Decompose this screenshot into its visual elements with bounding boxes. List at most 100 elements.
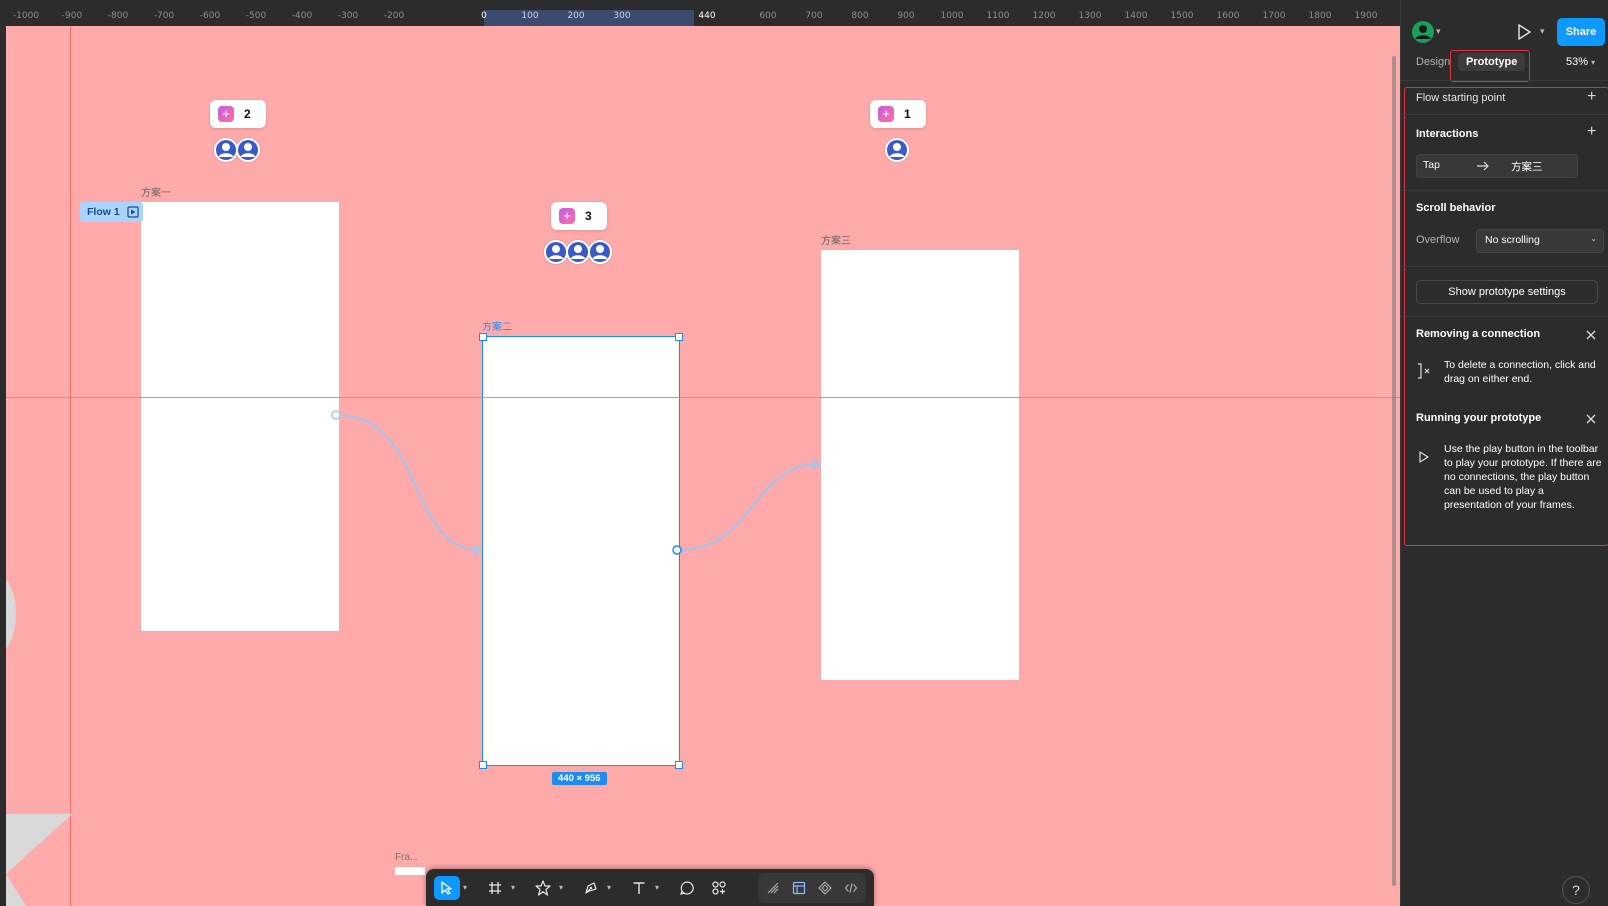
running-prototype-title: Running your prototype [1416, 412, 1542, 424]
user-avatar [885, 138, 909, 162]
connection-1-to-2[interactable] [335, 414, 481, 551]
comment-icon [680, 881, 694, 895]
play-outline-icon [1419, 451, 1429, 463]
ruler-tick-label: 1200 [1032, 11, 1056, 21]
tab-highlight-box [1450, 50, 1530, 82]
actions-tool-button[interactable] [706, 876, 732, 900]
divider [1400, 190, 1608, 191]
design-mode-button[interactable] [786, 876, 812, 900]
plus-icon: + [559, 208, 575, 224]
ruler-tick-label: 0 [481, 11, 487, 21]
ruler-tick-label: -1000 [12, 11, 40, 21]
interactions-title: Interactions [1416, 128, 1479, 140]
component-icon [818, 881, 832, 895]
interaction-row[interactable]: Tap 方案三 [1416, 154, 1578, 178]
overflow-select[interactable]: No scrolling ⌄ [1476, 229, 1604, 253]
ruler-tick-label: 1500 [1170, 11, 1194, 21]
chevron-down-icon[interactable]: ▾ [1540, 26, 1545, 37]
frame-tool-button[interactable] [482, 876, 508, 900]
avatar-stack-3[interactable] [885, 138, 911, 164]
comment-tool-button[interactable] [674, 876, 700, 900]
bottom-toolbar: ▾ ▾ ▾ ▾ ▾ [426, 869, 874, 906]
close-icon[interactable] [1585, 413, 1597, 425]
comment-pill-3[interactable]: + 1 [870, 100, 926, 128]
cursor-icon [441, 881, 452, 895]
chevron-down-icon[interactable]: ▾ [559, 883, 567, 892]
zoom-value: 53% [1566, 56, 1589, 68]
overflow-label: Overflow [1416, 234, 1460, 246]
chevron-down-icon: ▾ [1591, 58, 1596, 67]
canvas[interactable]: 方案一 Flow 1 方案二 440 × 956 方案三 + 2 + 3 + 1… [6, 26, 1400, 906]
divider [1400, 316, 1608, 317]
help-button[interactable]: ? [1562, 876, 1590, 904]
chevron-down-icon: ⌄ [1590, 234, 1597, 243]
widgets-icon [712, 881, 726, 895]
ruler-tick-label: 300 [613, 11, 631, 21]
interaction-trigger: Tap [1423, 159, 1440, 171]
add-interaction-plus-icon[interactable]: + [1587, 123, 1596, 141]
ruler-tick-label: 600 [759, 11, 777, 21]
chevron-down-icon[interactable]: ▾ [463, 883, 471, 892]
avatar-stack-1[interactable] [214, 138, 264, 164]
ruler-tick-label: 1700 [1262, 11, 1286, 21]
draw-icon [767, 882, 779, 894]
ruler-tick-label: 900 [897, 11, 915, 21]
zoom-level[interactable]: 53% ▾ [1566, 56, 1595, 68]
ruler-tick-label: 440 [698, 11, 716, 21]
connection-origin-2[interactable] [672, 545, 682, 555]
close-icon[interactable] [1585, 329, 1597, 341]
shape-tool-button[interactable] [530, 876, 556, 900]
canvas-scrollbar[interactable] [1392, 56, 1396, 886]
ruler-tick-label: -400 [291, 11, 313, 21]
user-avatar-icon[interactable] [1411, 20, 1435, 44]
ruler-tick-label: 1900 [1354, 11, 1378, 21]
ruler-tick-label: 700 [805, 11, 823, 21]
move-tool-button[interactable] [434, 876, 460, 900]
play-icon[interactable] [1516, 23, 1532, 41]
ruler-tick-label: -200 [383, 11, 405, 21]
comment-count: 3 [585, 209, 592, 223]
disconnect-icon [1418, 363, 1430, 379]
divider [1400, 266, 1608, 267]
interaction-destination: 方案三 [1511, 161, 1543, 173]
pen-tool-button[interactable] [578, 876, 604, 900]
comment-pill-1[interactable]: + 2 [210, 100, 266, 128]
chevron-down-icon[interactable]: ▾ [607, 883, 615, 892]
plus-icon: + [878, 106, 894, 122]
flow-starting-point-title: Flow starting point [1416, 92, 1506, 104]
ruler-tick-label: -500 [245, 11, 267, 21]
comment-count: 2 [244, 107, 251, 121]
draw-mode-button[interactable] [760, 876, 786, 900]
ruler-tick-label: 800 [851, 11, 869, 21]
chevron-down-icon[interactable]: ▾ [511, 883, 519, 892]
ruler-tick-label: 200 [567, 11, 585, 21]
connection-origin-1[interactable] [331, 410, 341, 420]
comment-count: 1 [904, 107, 911, 121]
dev-mode-button[interactable] [838, 876, 864, 900]
text-tool-button[interactable] [626, 876, 652, 900]
ruler-selection-range [484, 10, 694, 26]
user-avatar [214, 138, 238, 162]
component-mode-button[interactable] [812, 876, 838, 900]
star-icon [535, 880, 551, 896]
user-avatar [588, 240, 612, 264]
chevron-down-icon[interactable]: ▾ [655, 883, 663, 892]
tab-design[interactable]: Design [1416, 56, 1450, 68]
connection-2-to-3[interactable] [676, 463, 820, 551]
ruler-tick-label: 1800 [1308, 11, 1332, 21]
comment-pill-2[interactable]: + 3 [551, 202, 607, 230]
divider [1400, 80, 1608, 81]
avatar-stack-2[interactable] [544, 240, 616, 266]
show-prototype-settings-button[interactable]: Show prototype settings [1416, 280, 1598, 304]
add-flow-plus-icon[interactable]: + [1587, 88, 1596, 106]
ruler-tick-label: 1600 [1216, 11, 1240, 21]
share-button[interactable]: Share [1557, 18, 1605, 46]
ruler-tick-label: 1300 [1078, 11, 1102, 21]
ruler-tick-label: 100 [521, 11, 539, 21]
frame-tool-hint: Fra... [395, 852, 419, 863]
user-avatar [544, 240, 568, 264]
text-icon [633, 882, 645, 894]
ruler-tick-label: -600 [199, 11, 221, 21]
user-avatar [236, 138, 260, 162]
chevron-down-icon[interactable]: ▾ [1436, 26, 1441, 37]
